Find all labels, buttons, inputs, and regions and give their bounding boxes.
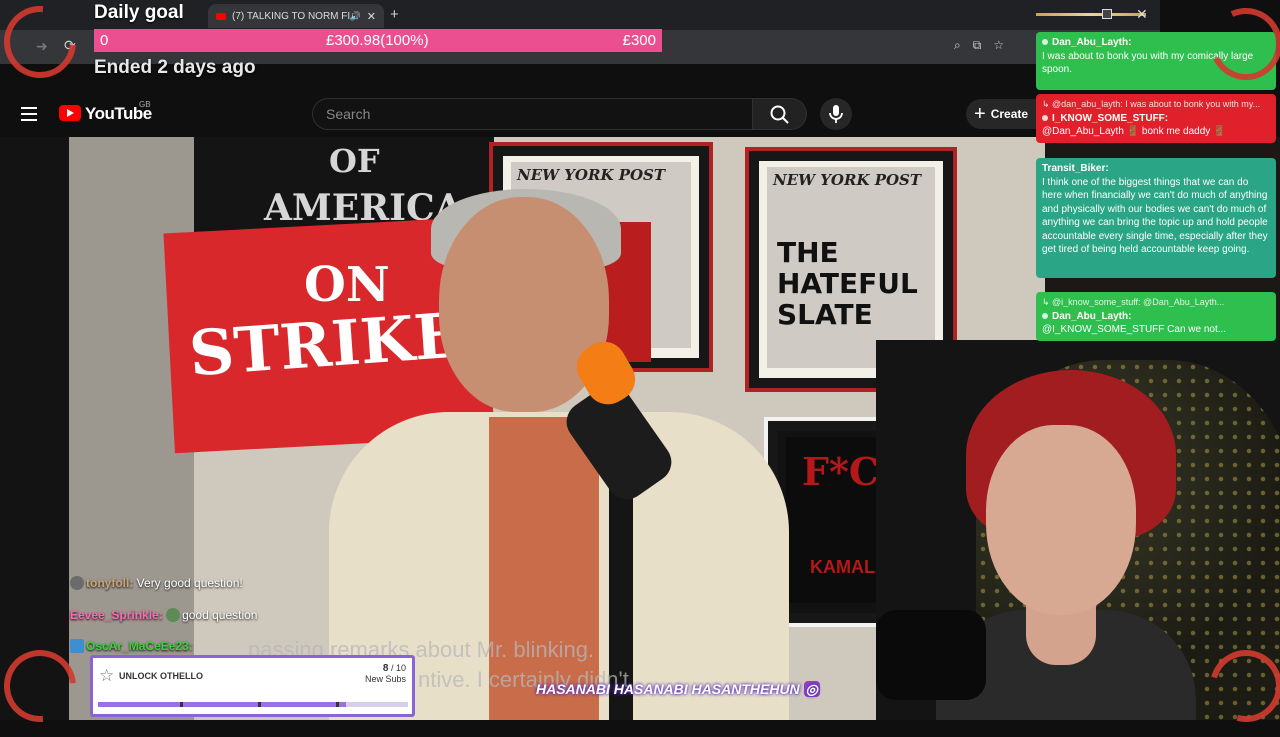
tab-title: (7) TALKING TO NORM FIN [232, 10, 350, 22]
search-button[interactable] [753, 98, 807, 130]
page-left-background [0, 137, 69, 720]
new-tab-button[interactable]: + [390, 6, 399, 23]
chat-message: OscAr_MaCeEe23: [70, 639, 193, 653]
region-label: GB [139, 100, 151, 109]
user-badge-icon [1042, 114, 1048, 121]
sub-unit: New Subs [364, 674, 406, 684]
overlay-chat-text: I think one of the biggest things that w… [1042, 176, 1268, 256]
chat-text: good question [182, 608, 258, 622]
sub-goal-track [98, 702, 408, 707]
create-button[interactable]: + Create [966, 99, 1040, 129]
search-icon [770, 105, 789, 124]
sub-goal-marker [180, 702, 183, 707]
browser-tab[interactable]: (7) TALKING TO NORM FIN 🔊 ✕ [208, 4, 384, 28]
window-close-icon[interactable]: ✕ [1136, 6, 1148, 23]
daily-goal-bar: 0 £300.98(100%) £300 [94, 29, 662, 52]
user-badge-icon [1042, 312, 1048, 319]
speaker-icon[interactable]: 🔊 [350, 11, 361, 22]
emote-icon [166, 608, 181, 622]
cast-icon[interactable]: ⧉ [973, 38, 982, 53]
sub-goal-count: 8 / 10 New Subs [365, 663, 406, 684]
tab-close-icon[interactable]: ✕ [367, 10, 376, 23]
youtube-logo-icon[interactable] [59, 105, 81, 121]
sub-goal-marker [258, 702, 261, 707]
overlay-chat-message: Transit_Biker: I think one of the bigges… [1036, 158, 1276, 278]
overlay-chat-reply: ↳ @i_know_some_stuff: @Dan_Abu_Layth... [1042, 297, 1225, 307]
badge-icon [70, 639, 84, 653]
overlay-chat-username: Dan_Abu_Layth: [1052, 310, 1132, 322]
avatar [70, 576, 84, 590]
overlay-chat-reply: ↳ @dan_abu_layth: I was about to bonk yo… [1042, 99, 1261, 109]
slider-knob[interactable] [1102, 9, 1112, 19]
socials-text: HASANABI HASANABI HASANTHEHUN [536, 681, 800, 697]
poster-1-masthead: NEW YORK POST [517, 166, 666, 184]
streamer-microphone [876, 610, 986, 700]
overlay-chat-username: Transit_Biker: [1042, 163, 1109, 174]
window-slider[interactable] [1036, 9, 1146, 19]
poster-2-masthead: NEW YORK POST [773, 171, 922, 189]
instagram-icon: ◎ [803, 681, 820, 697]
chat-message: tonyfoll: Very good question! [70, 576, 243, 590]
goal-status: Ended 2 days ago [94, 57, 256, 78]
plus-icon: + [974, 103, 986, 125]
sub-total: / 10 [390, 663, 406, 673]
toolbar-icons: ⌕ ⧉ ☆ [954, 38, 1004, 53]
search-placeholder: Search [326, 106, 371, 122]
overlay-chat-text: @I_KNOW_SOME_STUFF Can we not... [1042, 324, 1227, 335]
sub-goal-fill [98, 702, 346, 707]
goal-target: £300 [622, 32, 656, 49]
chat-username: Eevee_Sprinkle: [70, 608, 163, 622]
chat-message: Eevee_Sprinkle: good question [70, 608, 257, 622]
chat-username: tonyfoll: [86, 576, 134, 590]
microphone-icon [829, 105, 843, 123]
overlay-chat-message: ↳ @i_know_some_stuff: @Dan_Abu_Layth... … [1036, 292, 1276, 341]
user-badge-icon [1042, 39, 1048, 45]
daily-goal-title: Daily goal [94, 2, 184, 23]
sub-goal-marker [336, 702, 339, 707]
overlay-chat-message: ↳ @dan_abu_layth: I was about to bonk yo… [1036, 94, 1276, 143]
goal-current: £300.98(100%) [326, 32, 429, 49]
bookmark-star-icon[interactable]: ☆ [993, 38, 1004, 53]
chat-text: Very good question! [136, 576, 243, 590]
chat-username: OscAr_MaCeEe23: [86, 639, 193, 653]
overlay-chat-text: @Dan_Abu_Layth 🚪 bonk me daddy 🚪 [1042, 126, 1226, 137]
search-input[interactable]: Search [312, 98, 753, 130]
overlay-chat-username: Dan_Abu_Layth: [1052, 37, 1132, 48]
star-icon: ☆ [99, 666, 115, 685]
sub-count: 8 [382, 663, 389, 674]
voice-search-button[interactable] [820, 98, 852, 130]
banner-text-of: OF [329, 142, 380, 180]
social-handles: HASANABI HASANABI HASANTHEHUN ◎ [536, 681, 820, 698]
poster-2-headline: THE HATEFUL SLATE [777, 236, 918, 331]
sub-goal-label: UNLOCK OTHELLO [119, 671, 203, 681]
goal-start: 0 [100, 32, 109, 49]
create-label: Create [990, 107, 1029, 121]
sub-goal-widget: ☆ UNLOCK OTHELLO 8 / 10 New Subs [90, 655, 415, 717]
overlay-chat-username: I_KNOW_SOME_STUFF: [1052, 112, 1169, 124]
zoom-icon[interactable]: ⌕ [954, 38, 961, 53]
menu-icon[interactable] [21, 107, 37, 125]
streamer-face [986, 425, 1136, 615]
youtube-favicon-icon [216, 12, 226, 20]
